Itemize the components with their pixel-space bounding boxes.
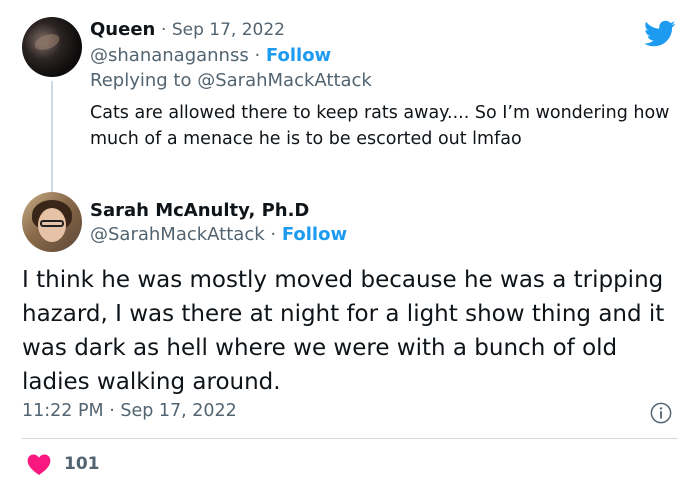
main-author-handle[interactable]: @SarahMackAttack [90,224,265,245]
main-author-name[interactable]: Sarah McAnulty, Ph.D [90,200,309,221]
reply-author-avatar[interactable] [22,17,82,77]
reply-author-name[interactable]: Queen [90,19,155,40]
separator-dot: · [254,45,266,66]
reply-date[interactable]: · Sep 17, 2022 [161,20,285,40]
action-divider [22,438,678,439]
heart-icon[interactable] [26,452,52,476]
main-tweet-timestamp[interactable]: 11:22 PM · Sep 17, 2022 [22,401,237,421]
replying-to-prefix: Replying to [90,70,192,91]
main-author-handle-row: @SarahMackAttack · Follow [90,224,347,245]
twitter-bird-icon[interactable] [644,20,676,48]
reply-follow-button[interactable]: Follow [266,45,331,66]
main-follow-button[interactable]: Follow [282,224,347,245]
main-author-avatar[interactable] [22,192,82,252]
replying-to-mention[interactable]: @SarahMackAttack [197,70,372,91]
thread-connector-line [51,81,53,192]
reply-date-text[interactable]: Sep 17, 2022 [172,20,285,40]
replying-to-line: Replying to @SarahMackAttack [90,70,372,91]
separator-dot: · [270,224,282,245]
main-tweet-text: I think he was mostly moved because he w… [22,267,665,395]
like-count[interactable]: 101 [64,454,100,474]
reply-tweet-text: Cats are allowed there to keep rats away… [90,103,670,149]
reply-author-handle-row: @shananagannss · Follow [90,45,331,66]
reply-author-handle[interactable]: @shananagannss [90,45,249,66]
info-icon[interactable] [650,402,672,424]
